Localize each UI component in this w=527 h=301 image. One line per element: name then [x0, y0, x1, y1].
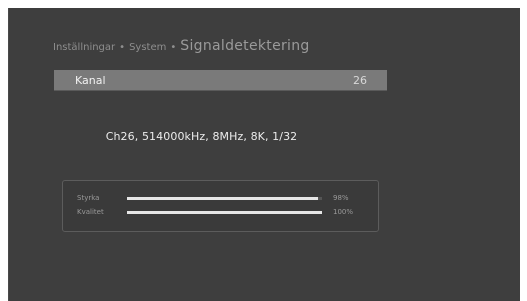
channel-info-text: Ch26, 514000kHz, 8MHz, 8K, 1/32 [105, 130, 298, 143]
strength-percent: 98% [333, 194, 349, 202]
breadcrumb-separator: • [170, 42, 177, 53]
quality-label: Kvalitet [77, 208, 104, 216]
channel-value: 26 [353, 74, 367, 87]
page-title: Signaldetektering [180, 38, 310, 54]
strength-label: Styrka [77, 194, 100, 202]
channel-selector[interactable]: Kanal 26 [54, 70, 387, 91]
breadcrumb-item-system[interactable]: System [129, 42, 166, 53]
breadcrumb-separator: • [119, 42, 126, 53]
strength-bar-fill [127, 197, 319, 200]
quality-meter: Kvalitet 100% [63, 207, 378, 219]
quality-bar-track [127, 211, 322, 214]
strength-bar-track [127, 197, 322, 200]
signal-meter-panel: Styrka 98% Kvalitet 100% [62, 180, 379, 232]
quality-percent: 100% [333, 208, 354, 216]
strength-meter: Styrka 98% [63, 193, 378, 205]
quality-bar-fill [127, 211, 322, 214]
breadcrumb: Inställningar • System • Signaldetekteri… [53, 38, 310, 58]
breadcrumb-item-settings[interactable]: Inställningar [53, 42, 115, 53]
channel-label: Kanal [75, 74, 106, 87]
tv-screen: Inställningar • System • Signaldetekteri… [8, 8, 520, 301]
